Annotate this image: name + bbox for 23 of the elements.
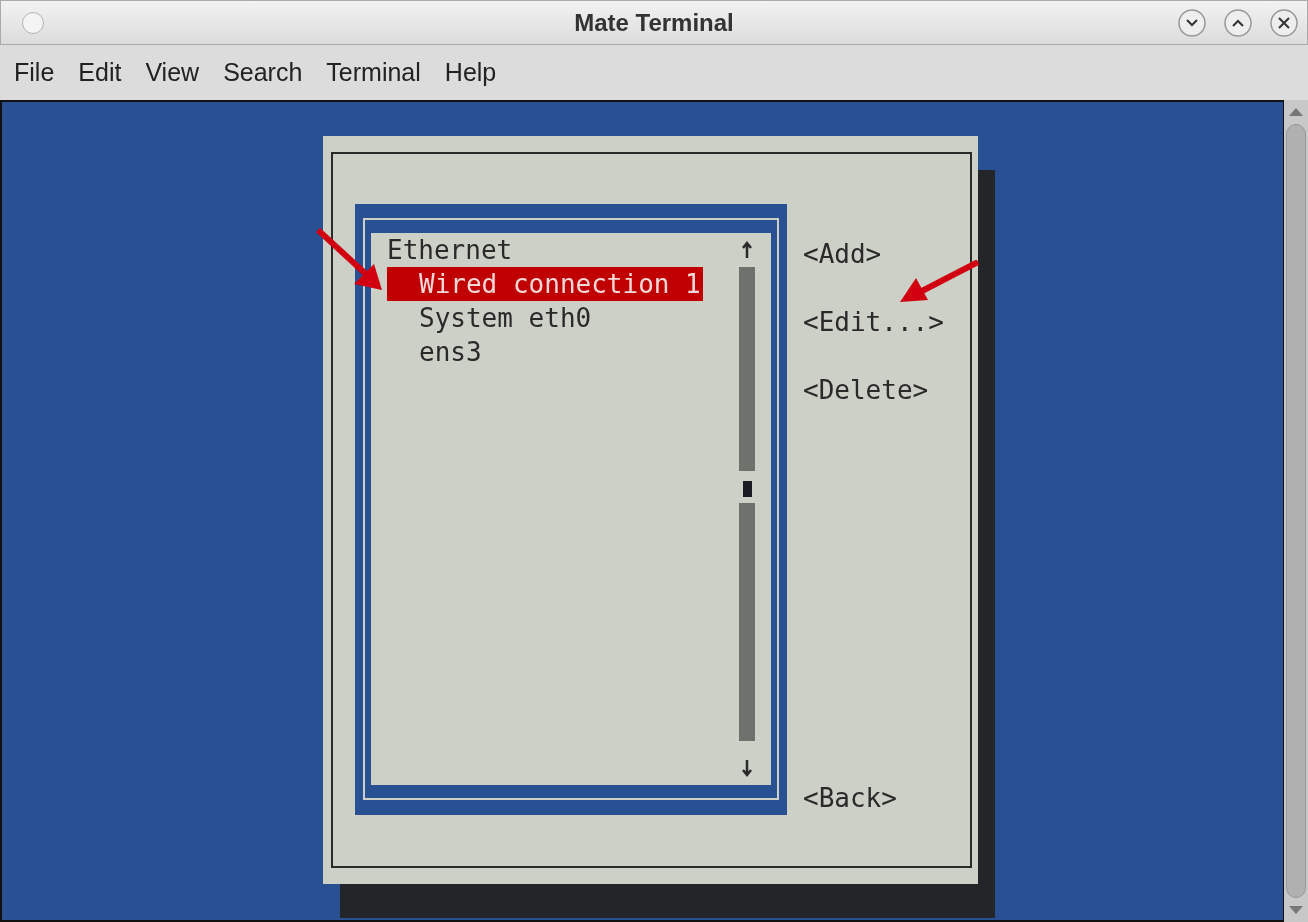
scroll-thumb[interactable]: [1286, 124, 1306, 898]
dialog-button[interactable]: <Back>: [803, 781, 897, 815]
close-icon[interactable]: [1269, 7, 1299, 38]
dialog-button[interactable]: <Delete>: [803, 373, 929, 407]
menu-item[interactable]: Search: [223, 58, 303, 87]
menu-item[interactable]: Edit: [78, 58, 122, 87]
group-header: Ethernet: [387, 234, 513, 267]
menu-item[interactable]: Terminal: [326, 58, 421, 87]
connection-item[interactable]: ens3: [387, 335, 482, 369]
down-arrow-icon[interactable]: [740, 759, 754, 777]
up-arrow-icon[interactable]: [740, 241, 754, 259]
menu-item[interactable]: File: [14, 58, 55, 87]
minimize-icon[interactable]: [1177, 7, 1207, 38]
dialog-button[interactable]: <Add>: [803, 237, 882, 271]
connection-item[interactable]: Wired connection 1: [387, 267, 703, 301]
window-title: Mate Terminal: [573, 8, 735, 37]
menu-item[interactable]: View: [145, 58, 200, 87]
menu-item[interactable]: Help: [444, 58, 497, 87]
scrollbar[interactable]: [1284, 100, 1308, 922]
dialog-button[interactable]: <Edit...>: [803, 305, 944, 339]
maximize-icon[interactable]: [1223, 7, 1253, 38]
connection-item[interactable]: System eth0: [387, 301, 592, 335]
scroll-thumb[interactable]: [742, 481, 752, 497]
